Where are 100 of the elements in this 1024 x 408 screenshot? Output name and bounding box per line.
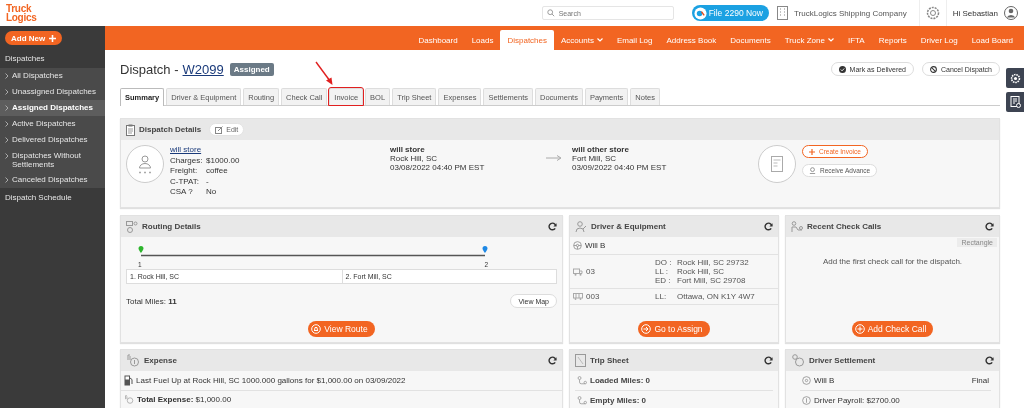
delivery-text: Fort Mill, SC: [572, 154, 617, 163]
field-value: -: [206, 176, 209, 186]
company-name[interactable]: TruckLogics Shipping Company: [794, 8, 907, 18]
fuel-pump-icon: [124, 375, 133, 386]
route-circle-icon: [311, 324, 322, 334]
settlement-status: Final: [971, 376, 989, 385]
chevron-icon: [5, 121, 9, 127]
money-icon: [802, 396, 811, 405]
sidebar-item-label: Canceled Dispatches: [12, 175, 88, 184]
card-title: Expense: [144, 356, 177, 365]
chevron-icon: [5, 73, 9, 79]
location-label: LL:: [655, 292, 668, 301]
sheet-icon: [575, 354, 586, 367]
location-value: Rock Hill, SC: [677, 267, 725, 276]
chevron-icon: [5, 105, 9, 111]
location-value: Rock Hill, SC 29732: [677, 258, 749, 267]
building-icon: [777, 6, 788, 20]
pickup-text: 03/08/2022 04:40 PM EST: [390, 163, 486, 172]
customer-link[interactable]: will store: [170, 145, 384, 155]
sidebar-item-label: Assigned Dispatches: [12, 103, 93, 112]
sidebar-item[interactable]: Canceled Dispatches: [0, 172, 105, 188]
dispatch-number-link[interactable]: W2099: [182, 61, 224, 77]
status-badge: Assigned: [229, 62, 274, 76]
card-title: Driver & Equipment: [591, 222, 666, 231]
clipboard-icon: [126, 123, 135, 136]
empty-message: Add the first check call for the dispatch.: [821, 257, 964, 266]
sidebar-item[interactable]: Assigned Dispatches: [0, 100, 105, 116]
total-expense: Total Expense: $1,000.00: [137, 395, 232, 404]
chevron-icon: [5, 89, 9, 95]
driver-name: Will B: [814, 376, 835, 385]
greeting[interactable]: Hi Sebastian: [952, 8, 998, 18]
trip-sheet-field: Loaded Miles: 0: [590, 376, 650, 385]
trailer-number: 003: [586, 292, 600, 301]
refresh-icon[interactable]: [548, 222, 557, 231]
card-title: Driver Settlement: [809, 356, 876, 365]
edit-icon: [215, 125, 224, 134]
delivery-text: will other store: [572, 145, 630, 154]
search-icon: [546, 9, 555, 17]
plus-circle-icon: [854, 324, 865, 334]
driver-payroll: Driver Payroll: $2700.00: [814, 396, 900, 405]
trip-sheet-field: Empty Miles: 0: [590, 396, 646, 405]
page-title: Dispatch -: [120, 61, 179, 77]
fuel-entry: Last Fuel Up at Rock Hill, SC 1000.000 gallons for $1,000.00 on 03/09/2022: [136, 376, 406, 385]
card-title: Trip Sheet: [590, 356, 629, 365]
sidebar-item[interactable]: Dispatches Without Settlements: [0, 148, 105, 172]
chevron-icon: [5, 137, 9, 143]
location-label: ED :: [655, 276, 672, 285]
steering-wheel-icon: [573, 241, 582, 250]
arrow-icon: [546, 155, 562, 161]
document-button[interactable]: [1006, 92, 1024, 112]
total-miles: Total Miles: 11: [126, 296, 177, 306]
sidebar-item[interactable]: Delivered Dispatches: [0, 132, 105, 148]
sidebar-item-label: Active Dispatches: [12, 119, 76, 128]
sidebar-item-label: Unassigned Dispatches: [12, 87, 97, 96]
field-label: Charges:: [170, 155, 204, 165]
card-title: Recent Check Calls: [807, 222, 882, 231]
driver-icon: [575, 220, 587, 233]
arrow-circle-icon: [641, 324, 652, 334]
refresh-icon[interactable]: [764, 222, 773, 231]
plus-icon: [49, 34, 57, 42]
settings-icon: [1009, 72, 1021, 84]
pickup-text: will store: [390, 145, 426, 154]
sidebar-item[interactable]: Unassigned Dispatches: [0, 84, 105, 100]
refresh-icon[interactable]: [985, 356, 994, 365]
field-label: CSA ?: [170, 187, 194, 197]
sidebar-item-label: Dispatches Without Settlements: [12, 151, 82, 169]
chevron-icon: [5, 177, 9, 183]
truck-number: 03: [586, 267, 595, 276]
phone-user-icon: [791, 220, 803, 233]
settings-icon[interactable]: [925, 6, 940, 20]
chevron-icon: [5, 153, 9, 159]
card-title: Dispatch Details: [139, 125, 202, 134]
person-icon: [809, 167, 816, 174]
cancel-icon: [930, 65, 938, 73]
delivery-text: 03/09/2022 04:40 PM EST: [572, 163, 668, 172]
location-value: Fort Mill, SC 29708: [677, 276, 746, 285]
field-value: No: [206, 187, 217, 197]
sidebar-item[interactable]: Active Dispatches: [0, 116, 105, 132]
driver-name: Will B: [585, 241, 606, 250]
truck-icon: [573, 267, 583, 276]
sidebar-item-label: Delivered Dispatches: [12, 135, 88, 144]
location-label: LL :: [655, 267, 670, 276]
document-icon: [1009, 96, 1021, 108]
field-value: coffee: [206, 166, 228, 176]
invoice-icon: [758, 145, 796, 183]
location-value: Ottawa, ON K1Y 4W7: [677, 292, 755, 301]
badge-icon: [693, 6, 707, 20]
refresh-icon[interactable]: [985, 222, 994, 231]
settings-button[interactable]: [1006, 68, 1024, 88]
customer-avatar-icon: [126, 145, 164, 183]
field-label: Freight:: [170, 166, 199, 176]
sidebar-item-label: All Dispatches: [12, 71, 63, 80]
check-circle-icon: [838, 65, 846, 73]
avatar-icon[interactable]: [1004, 6, 1018, 20]
refresh-icon[interactable]: [548, 356, 557, 365]
plus-icon: [809, 148, 815, 155]
field-value: $1000.00: [206, 155, 240, 165]
sidebar-item[interactable]: All Dispatches: [0, 68, 105, 84]
location-label: DO :: [655, 258, 673, 267]
refresh-icon[interactable]: [764, 356, 773, 365]
